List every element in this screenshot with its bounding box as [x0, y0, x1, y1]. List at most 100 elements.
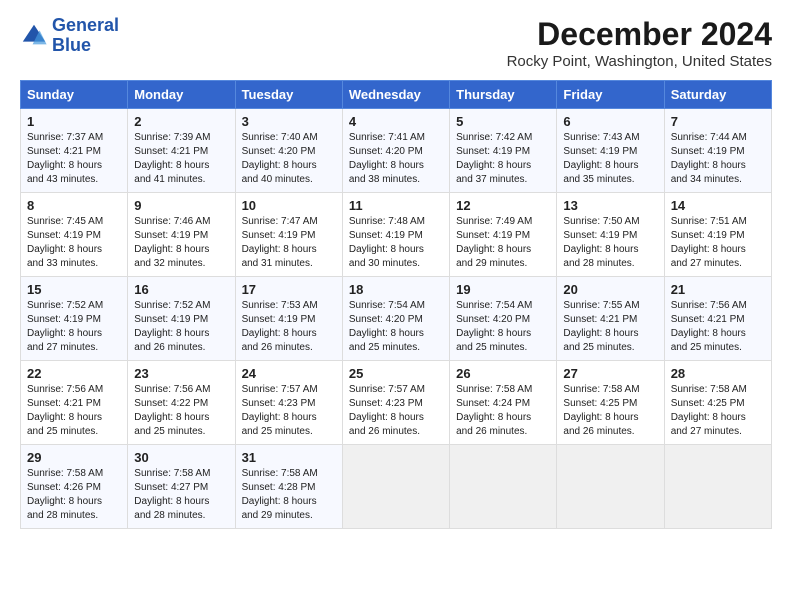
calendar-cell: 11 Sunrise: 7:48 AMSunset: 4:19 PMDayligh… [342, 193, 449, 277]
calendar-cell: 19 Sunrise: 7:54 AMSunset: 4:20 PMDayligh… [450, 277, 557, 361]
calendar-cell: 13Sunrise: 7:50 AMSunset: 4:19 PMDayligh… [557, 193, 664, 277]
day-detail: Sunrise: 7:52 AMSunset: 4:19 PMDaylight:… [134, 299, 228, 355]
calendar-week-5: 29 Sunrise: 7:58 AMSunset: 4:26 PMDayligh… [21, 445, 772, 529]
calendar-cell: 8Sunrise: 7:45 AMSunset: 4:19 PMDaylight… [21, 193, 128, 277]
day-detail: Sunrise: 7:58 AMSunset: 4:28 PMDaylight:… [242, 467, 336, 523]
calendar-cell: 27 Sunrise: 7:58 AMSunset: 4:25 PMDayligh… [557, 361, 664, 445]
day-number: 30 [134, 450, 228, 465]
day-detail: Sunrise: 7:57 AMSunset: 4:23 PMDaylight:… [242, 383, 336, 439]
day-detail: Sunrise: 7:44 AMSunset: 4:19 PMDaylight:… [671, 131, 765, 187]
day-number: 11 [349, 198, 443, 213]
day-detail: Sunrise: 7:58 AMSunset: 4:25 PMDaylight:… [671, 383, 765, 439]
calendar-cell: 25Sunrise: 7:57 AMSunset: 4:23 PMDayligh… [342, 361, 449, 445]
day-number: 31 [242, 450, 336, 465]
header-wednesday: Wednesday [342, 81, 449, 109]
calendar-cell: 7 Sunrise: 7:44 AMSunset: 4:19 PMDaylight… [664, 109, 771, 193]
day-number: 14 [671, 198, 765, 213]
day-number: 9 [134, 198, 228, 213]
calendar-cell: 29 Sunrise: 7:58 AMSunset: 4:26 PMDayligh… [21, 445, 128, 529]
day-detail: Sunrise: 7:58 AMSunset: 4:26 PMDaylight:… [27, 467, 121, 523]
calendar-table: SundayMondayTuesdayWednesdayThursdayFrid… [20, 80, 772, 529]
calendar-week-2: 8Sunrise: 7:45 AMSunset: 4:19 PMDaylight… [21, 193, 772, 277]
day-detail: Sunrise: 7:39 AMSunset: 4:21 PMDaylight:… [134, 131, 228, 187]
header-monday: Monday [128, 81, 235, 109]
header-friday: Friday [557, 81, 664, 109]
header-thursday: Thursday [450, 81, 557, 109]
location: Rocky Point, Washington, United States [507, 53, 772, 70]
logo-line2: Blue [52, 35, 91, 55]
calendar-cell: 9 Sunrise: 7:46 AMSunset: 4:19 PMDaylight… [128, 193, 235, 277]
day-number: 19 [456, 282, 550, 297]
day-number: 2 [134, 114, 228, 129]
header-saturday: Saturday [664, 81, 771, 109]
day-detail: Sunrise: 7:43 AMSunset: 4:19 PMDaylight:… [563, 131, 657, 187]
logo-text: General Blue [52, 16, 119, 56]
day-number: 17 [242, 282, 336, 297]
calendar-cell: 31 Sunrise: 7:58 AMSunset: 4:28 PMDayligh… [235, 445, 342, 529]
calendar-cell: 3 Sunrise: 7:40 AMSunset: 4:20 PMDaylight… [235, 109, 342, 193]
day-detail: Sunrise: 7:51 AMSunset: 4:19 PMDaylight:… [671, 215, 765, 271]
day-number: 5 [456, 114, 550, 129]
day-number: 3 [242, 114, 336, 129]
day-number: 18 [349, 282, 443, 297]
calendar-cell: 20 Sunrise: 7:55 AMSunset: 4:21 PMDayligh… [557, 277, 664, 361]
header-tuesday: Tuesday [235, 81, 342, 109]
day-number: 20 [563, 282, 657, 297]
calendar-cell: 21 Sunrise: 7:56 AMSunset: 4:21 PMDayligh… [664, 277, 771, 361]
day-number: 7 [671, 114, 765, 129]
calendar-cell: 15 Sunrise: 7:52 AMSunset: 4:19 PMDayligh… [21, 277, 128, 361]
calendar-cell: 1Sunrise: 7:37 AMSunset: 4:21 PMDaylight… [21, 109, 128, 193]
day-detail: Sunrise: 7:40 AMSunset: 4:20 PMDaylight:… [242, 131, 336, 187]
calendar-cell: 24 Sunrise: 7:57 AMSunset: 4:23 PMDayligh… [235, 361, 342, 445]
day-detail: Sunrise: 7:53 AMSunset: 4:19 PMDaylight:… [242, 299, 336, 355]
calendar-header-row: SundayMondayTuesdayWednesdayThursdayFrid… [21, 81, 772, 109]
day-number: 21 [671, 282, 765, 297]
logo: General Blue [20, 16, 119, 56]
month-year: December 2024 [507, 16, 772, 53]
calendar-cell: 23 Sunrise: 7:56 AMSunset: 4:22 PMDayligh… [128, 361, 235, 445]
calendar-cell: 17 Sunrise: 7:53 AMSunset: 4:19 PMDayligh… [235, 277, 342, 361]
day-number: 24 [242, 366, 336, 381]
day-number: 12 [456, 198, 550, 213]
day-number: 15 [27, 282, 121, 297]
header-sunday: Sunday [21, 81, 128, 109]
day-detail: Sunrise: 7:48 AMSunset: 4:19 PMDaylight:… [349, 215, 443, 271]
day-number: 10 [242, 198, 336, 213]
day-detail: Sunrise: 7:55 AMSunset: 4:21 PMDaylight:… [563, 299, 657, 355]
logo-icon [20, 22, 48, 50]
day-number: 27 [563, 366, 657, 381]
calendar-cell [342, 445, 449, 529]
calendar-cell: 26Sunrise: 7:58 AMSunset: 4:24 PMDayligh… [450, 361, 557, 445]
page-header: General Blue December 2024 Rocky Point, … [20, 16, 772, 70]
day-number: 23 [134, 366, 228, 381]
day-number: 29 [27, 450, 121, 465]
calendar-week-1: 1Sunrise: 7:37 AMSunset: 4:21 PMDaylight… [21, 109, 772, 193]
calendar-cell: 12 Sunrise: 7:49 AMSunset: 4:19 PMDayligh… [450, 193, 557, 277]
day-number: 6 [563, 114, 657, 129]
calendar-cell: 2 Sunrise: 7:39 AMSunset: 4:21 PMDaylight… [128, 109, 235, 193]
day-number: 8 [27, 198, 121, 213]
calendar-cell: 18Sunrise: 7:54 AMSunset: 4:20 PMDayligh… [342, 277, 449, 361]
day-detail: Sunrise: 7:46 AMSunset: 4:19 PMDaylight:… [134, 215, 228, 271]
calendar-week-4: 22Sunrise: 7:56 AMSunset: 4:21 PMDayligh… [21, 361, 772, 445]
day-number: 13 [563, 198, 657, 213]
day-detail: Sunrise: 7:54 AMSunset: 4:20 PMDaylight:… [456, 299, 550, 355]
logo-line1: General [52, 15, 119, 35]
calendar-cell: 5Sunrise: 7:42 AMSunset: 4:19 PMDaylight… [450, 109, 557, 193]
day-detail: Sunrise: 7:52 AMSunset: 4:19 PMDaylight:… [27, 299, 121, 355]
day-number: 25 [349, 366, 443, 381]
day-detail: Sunrise: 7:58 AMSunset: 4:25 PMDaylight:… [563, 383, 657, 439]
calendar-cell: 16Sunrise: 7:52 AMSunset: 4:19 PMDayligh… [128, 277, 235, 361]
calendar-week-3: 15 Sunrise: 7:52 AMSunset: 4:19 PMDayligh… [21, 277, 772, 361]
day-detail: Sunrise: 7:56 AMSunset: 4:21 PMDaylight:… [671, 299, 765, 355]
day-detail: Sunrise: 7:49 AMSunset: 4:19 PMDaylight:… [456, 215, 550, 271]
day-detail: Sunrise: 7:58 AMSunset: 4:24 PMDaylight:… [456, 383, 550, 439]
day-number: 28 [671, 366, 765, 381]
day-number: 22 [27, 366, 121, 381]
day-number: 1 [27, 114, 121, 129]
day-detail: Sunrise: 7:47 AMSunset: 4:19 PMDaylight:… [242, 215, 336, 271]
day-detail: Sunrise: 7:56 AMSunset: 4:22 PMDaylight:… [134, 383, 228, 439]
calendar-cell: 6 Sunrise: 7:43 AMSunset: 4:19 PMDaylight… [557, 109, 664, 193]
calendar-cell [450, 445, 557, 529]
calendar-cell: 4Sunrise: 7:41 AMSunset: 4:20 PMDaylight… [342, 109, 449, 193]
